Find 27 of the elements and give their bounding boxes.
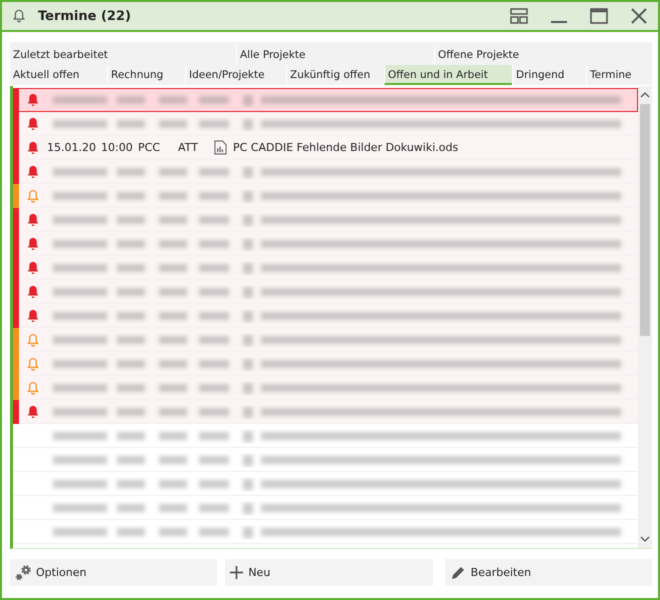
- action-button[interactable]: Optionen: [10, 559, 218, 586]
- maximize-icon[interactable]: [590, 8, 608, 24]
- gears-icon: [14, 564, 32, 582]
- scrollbar[interactable]: [638, 86, 652, 548]
- action-button[interactable]: Bearbeiten: [444, 559, 652, 586]
- task-row[interactable]: 15.01.20 10:00 PCC ATT PC CADDIE Fehlende Bilder Dokuwiki.ods: [13, 136, 638, 160]
- tab[interactable]: Zuletzt bearbeitet: [10, 45, 236, 65]
- scroll-up-icon[interactable]: [640, 92, 650, 98]
- tab[interactable]: Offen und in Arbeit: [384, 65, 512, 85]
- layout-icon[interactable]: [510, 8, 528, 24]
- tab[interactable]: Rechnung: [107, 65, 185, 85]
- plus-icon: [229, 565, 244, 580]
- time-cell-text: 10:00: [101, 141, 134, 154]
- tab[interactable]: Ideen/Projekte: [185, 65, 286, 85]
- tab[interactable]: Aktuell offen: [10, 65, 107, 85]
- project-cell-text: PCC: [138, 141, 161, 154]
- user-cell-text: ATT: [178, 141, 199, 154]
- scroll-down-icon[interactable]: [640, 536, 650, 542]
- spreadsheet-icon: [214, 140, 227, 155]
- close-icon[interactable]: [630, 8, 648, 24]
- tab[interactable]: Dringend: [512, 65, 586, 85]
- bell-icon: [12, 9, 26, 23]
- action-button[interactable]: Neu: [225, 559, 433, 586]
- title-cell: PC CADDIE Fehlende Bilder Dokuwiki.ods: [233, 141, 458, 154]
- date-cell: 15.01.20: [47, 141, 97, 154]
- tab[interactable]: Termine: [586, 65, 650, 85]
- window-title: Termine (22): [38, 8, 131, 24]
